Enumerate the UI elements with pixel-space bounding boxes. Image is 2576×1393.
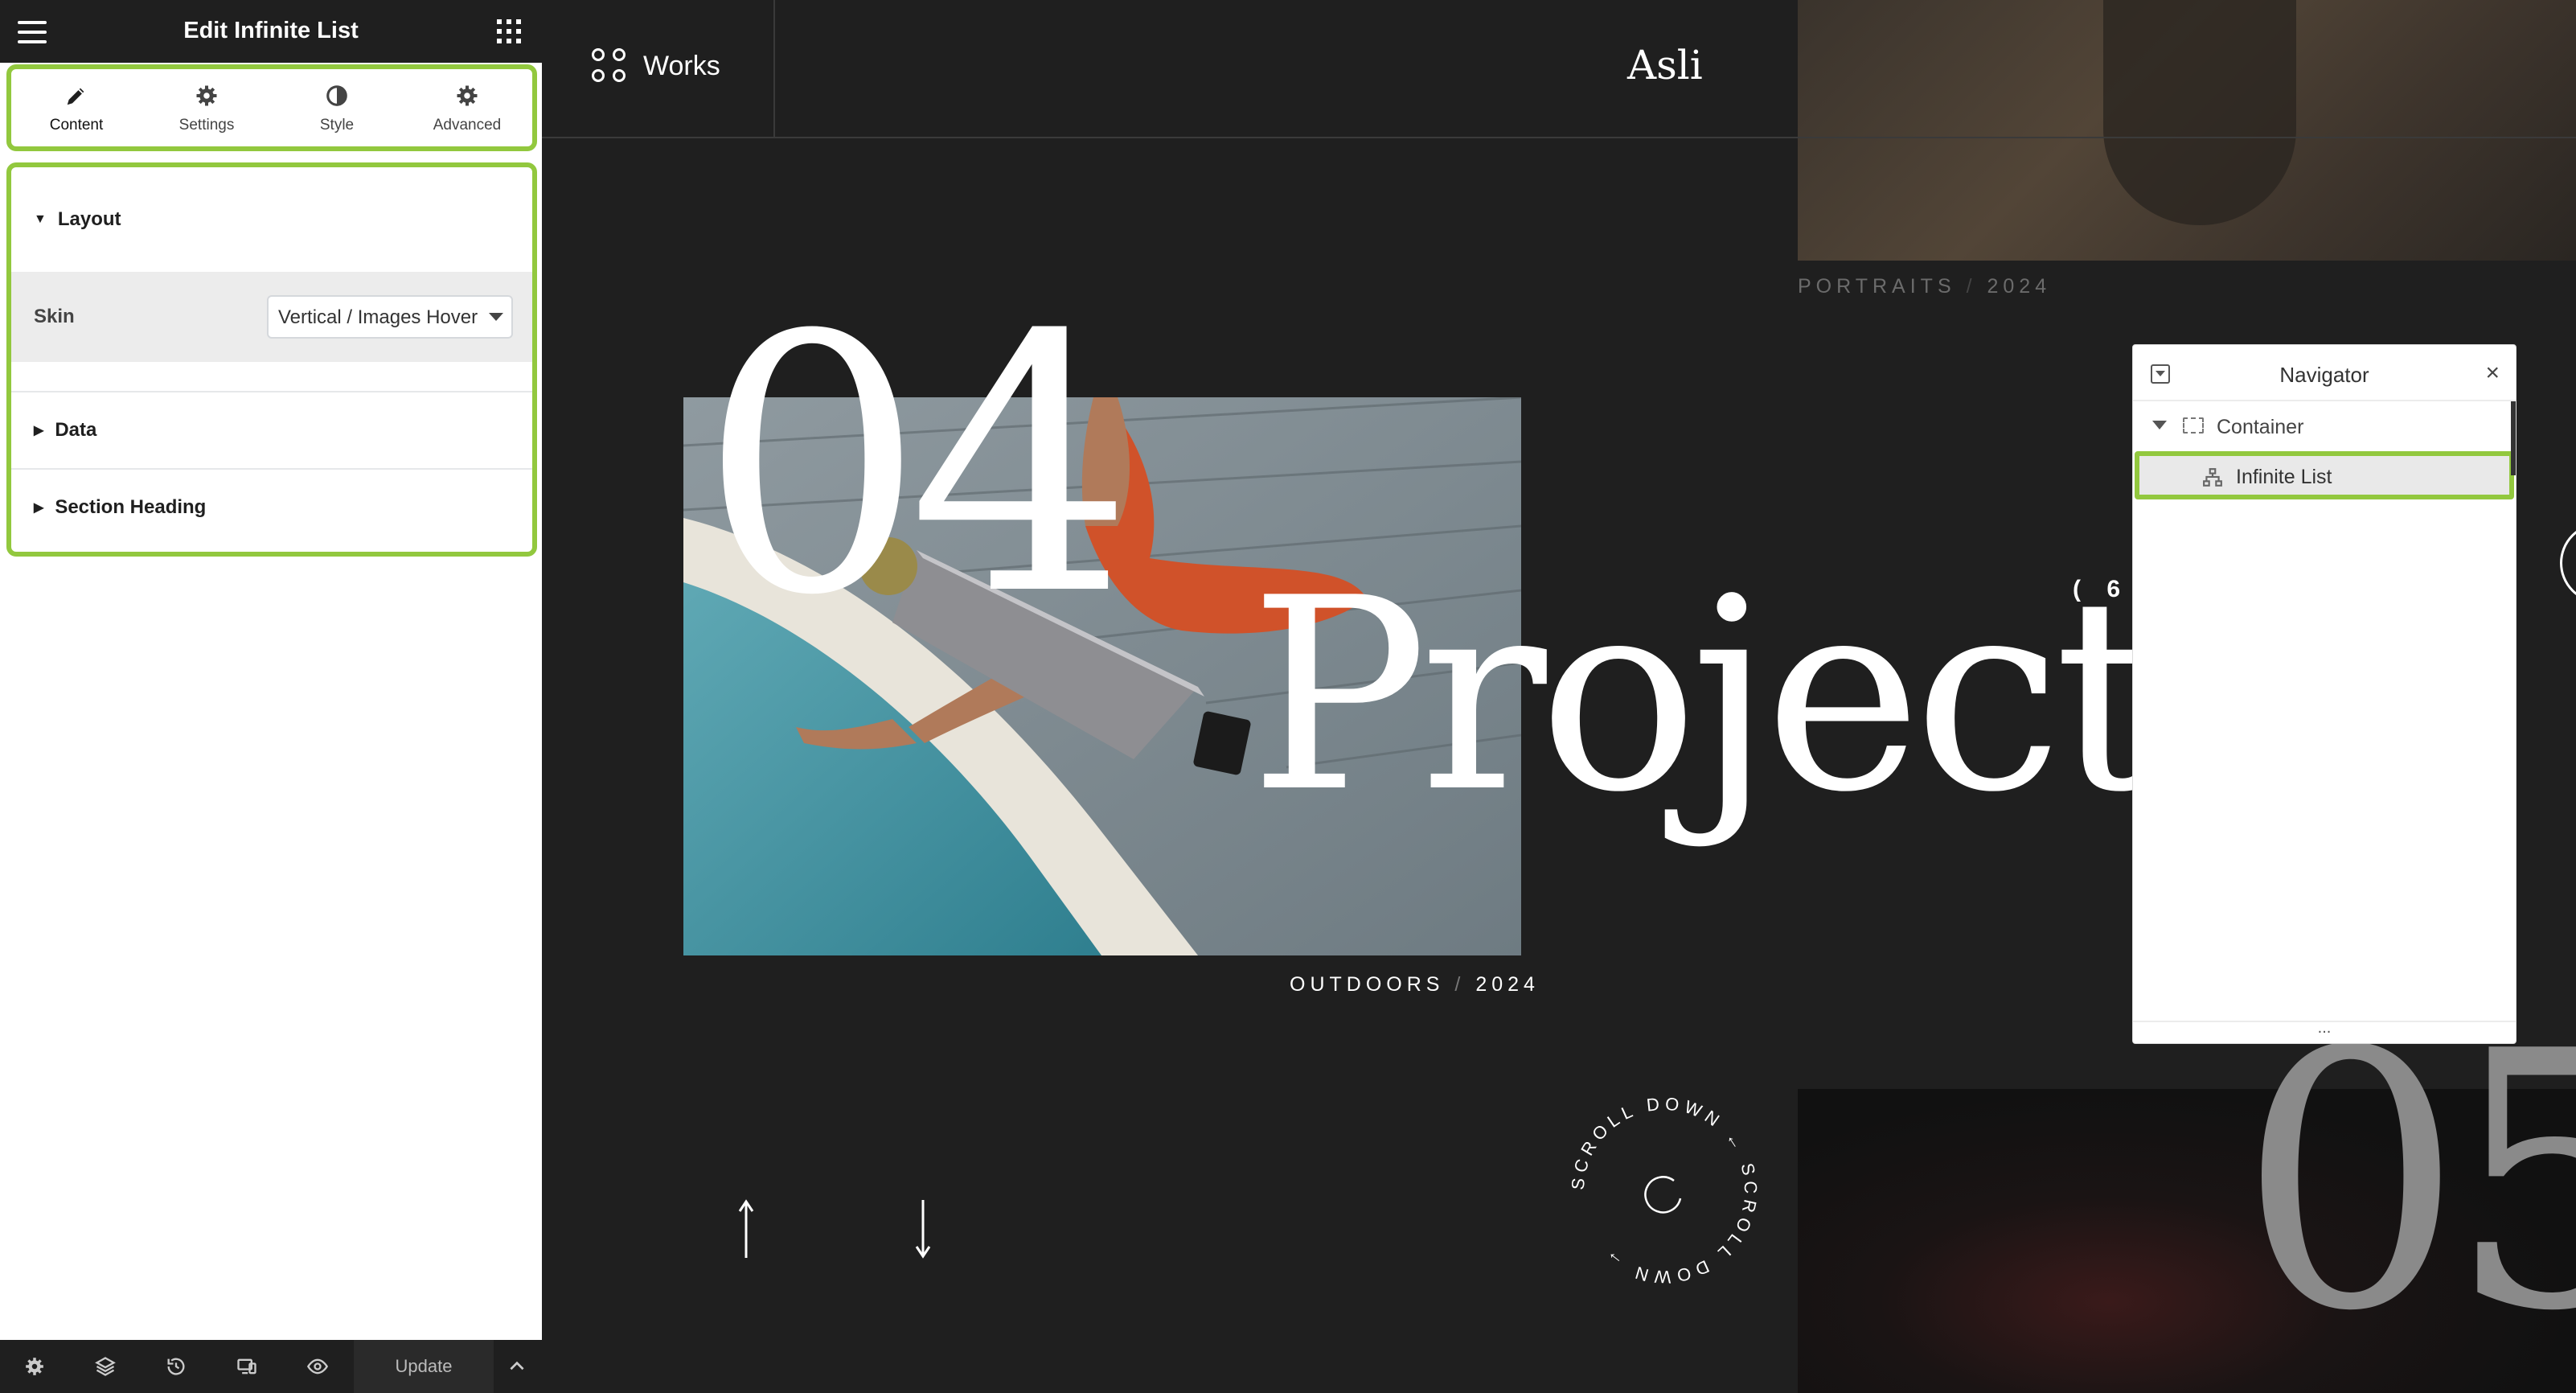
navigator-title: Navigator bbox=[2279, 363, 2369, 387]
tab-style[interactable]: Style bbox=[272, 69, 402, 146]
caret-right-icon: ▶ bbox=[34, 501, 44, 515]
content-sections: ▼ Layout Skin Vertical / Images Hover ▶ … bbox=[6, 162, 537, 557]
site-header: Works Asli bbox=[542, 0, 2576, 138]
project-number: 04 bbox=[699, 261, 1134, 672]
header-divider bbox=[773, 0, 775, 138]
projects-count: ( 6 bbox=[2073, 576, 2131, 602]
section-label: Section Heading bbox=[55, 496, 207, 518]
section-spacer bbox=[11, 362, 532, 392]
svg-text:SCROLL DOWN ← SCROLL DOWN →: SCROLL DOWN ← SCROLL DOWN → bbox=[1568, 1093, 1762, 1287]
panel-footer: Update bbox=[0, 1340, 542, 1393]
caret-right-icon: ▶ bbox=[34, 424, 44, 438]
caret-down-icon[interactable] bbox=[2152, 421, 2167, 429]
close-icon[interactable]: × bbox=[2485, 360, 2500, 387]
responsive-icon[interactable] bbox=[233, 1354, 260, 1379]
update-button[interactable]: Update bbox=[354, 1340, 494, 1393]
chevron-down-icon bbox=[489, 313, 503, 321]
container-icon bbox=[2183, 417, 2204, 434]
four-circles-icon bbox=[592, 48, 627, 84]
panel-tabs: Content Settings Style Advanced bbox=[6, 64, 537, 151]
navigator-panel: Navigator × Container Infinite List ... bbox=[2132, 344, 2517, 1044]
tab-label: Settings bbox=[178, 117, 235, 134]
section-layout-toggle[interactable]: ▼ Layout bbox=[11, 167, 532, 272]
tab-label: Advanced bbox=[433, 117, 502, 134]
editor-panel: Edit Infinite List Content Settings Styl… bbox=[0, 0, 542, 1393]
navigator-item-label: Container bbox=[2217, 416, 2304, 438]
sitemap-icon bbox=[2202, 467, 2223, 494]
arrow-down-icon[interactable] bbox=[913, 1198, 933, 1264]
scroll-down-text: SCROLL DOWN ← SCROLL DOWN → bbox=[1568, 1093, 1757, 1287]
scroll-down-badge[interactable]: SCROLL DOWN ← SCROLL DOWN → bbox=[1560, 1086, 1769, 1295]
site-logo[interactable]: Asli bbox=[1627, 42, 1703, 88]
tab-content[interactable]: Content bbox=[11, 69, 142, 146]
navigator-item-infinite-list[interactable]: Infinite List bbox=[2135, 451, 2514, 499]
chevron-up-icon[interactable] bbox=[503, 1354, 531, 1379]
navigator-resize-handle[interactable]: ... bbox=[2133, 1020, 2516, 1043]
gear-icon bbox=[195, 81, 219, 110]
next-project-number: 05 bbox=[2238, 976, 2576, 1388]
skin-select-value: Vertical / Images Hover bbox=[278, 306, 478, 328]
history-icon[interactable] bbox=[162, 1354, 190, 1379]
circle-badge-peek bbox=[2560, 523, 2576, 603]
pencil-icon bbox=[64, 81, 88, 110]
navigator-scrollbar[interactable] bbox=[2511, 401, 2516, 475]
works-label: Works bbox=[643, 50, 720, 81]
skin-select[interactable]: Vertical / Images Hover bbox=[267, 295, 513, 339]
navigator-item-label: Infinite List bbox=[2236, 466, 2332, 488]
section-heading-toggle[interactable]: ▶ Section Heading bbox=[11, 470, 532, 545]
section-data-toggle[interactable]: ▶ Data bbox=[11, 392, 532, 470]
outdoors-caption: OUTDOORS / 2024 bbox=[1290, 973, 1540, 996]
section-label: Layout bbox=[57, 208, 121, 230]
tab-settings[interactable]: Settings bbox=[142, 69, 272, 146]
navigator-header: Navigator × bbox=[2133, 345, 2516, 401]
skin-label: Skin bbox=[34, 306, 75, 327]
skin-control: Skin Vertical / Images Hover bbox=[11, 272, 532, 362]
panel-header: Edit Infinite List bbox=[0, 0, 542, 63]
portraits-caption: PORTRAITS / 2024 bbox=[1798, 275, 2052, 298]
gear-icon[interactable] bbox=[21, 1354, 48, 1379]
caret-down-icon: ▼ bbox=[34, 212, 47, 226]
works-menu[interactable]: Works bbox=[592, 48, 720, 84]
arrow-up-icon[interactable] bbox=[736, 1198, 756, 1264]
tab-advanced[interactable]: Advanced bbox=[402, 69, 532, 146]
loader-ring-icon bbox=[1644, 1176, 1682, 1214]
gear-icon bbox=[455, 81, 479, 110]
widgets-grid-icon[interactable] bbox=[497, 19, 521, 43]
tab-label: Style bbox=[319, 117, 355, 134]
eye-icon[interactable] bbox=[304, 1354, 331, 1379]
half-circle-icon bbox=[325, 81, 349, 110]
panel-title: Edit Infinite List bbox=[183, 18, 359, 43]
navigator-item-container[interactable]: Container bbox=[2133, 403, 2516, 448]
layers-icon[interactable] bbox=[92, 1354, 119, 1379]
tab-label: Content bbox=[49, 117, 104, 134]
section-label: Data bbox=[55, 419, 97, 441]
